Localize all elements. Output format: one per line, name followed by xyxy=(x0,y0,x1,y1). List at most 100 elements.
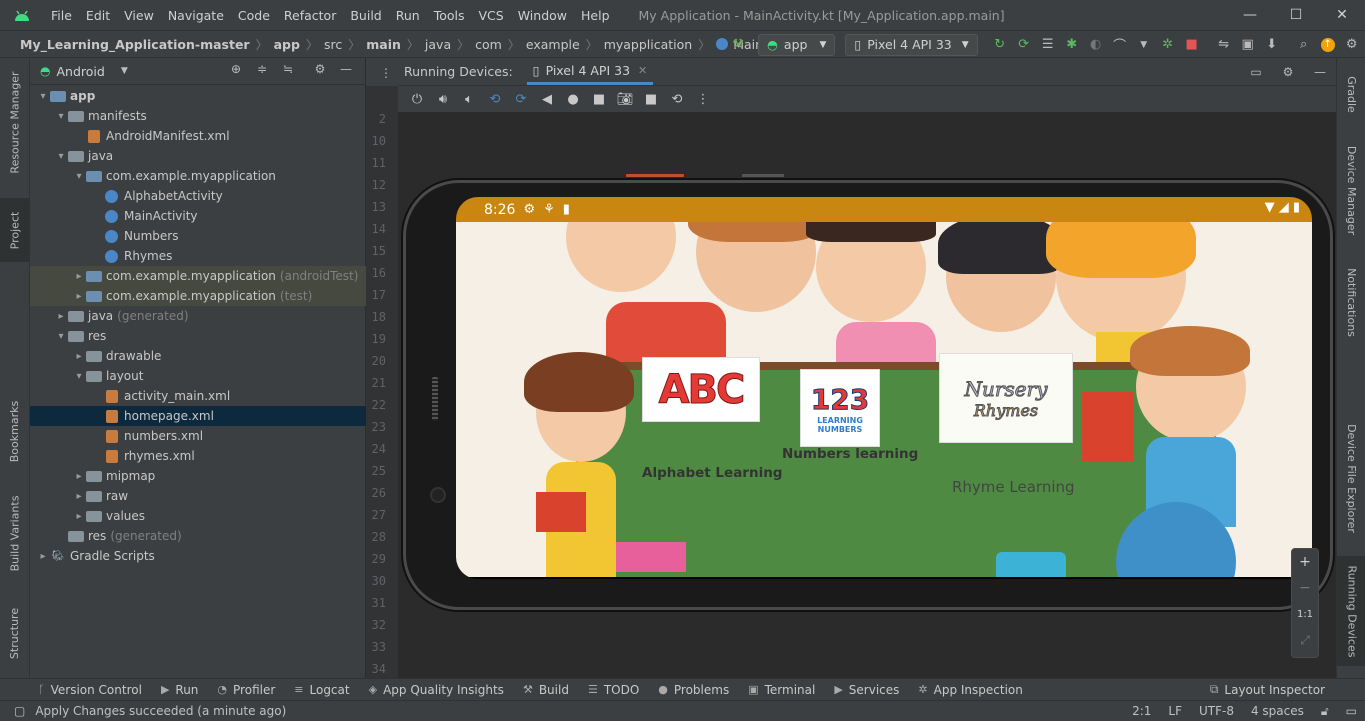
chevron-down-icon[interactable]: ▾ xyxy=(72,371,86,382)
chevron-down-icon[interactable]: ▾ xyxy=(36,91,50,102)
zoom-fit-icon[interactable]: ⤢ xyxy=(1300,627,1310,653)
breadcrumb-myapplication[interactable]: myapplication xyxy=(604,37,693,52)
chevron-right-icon[interactable]: ▸ xyxy=(72,471,86,482)
device-manager-icon[interactable]: ▣ xyxy=(1236,34,1260,56)
menu-build[interactable]: Build xyxy=(343,8,388,23)
breadcrumb-java[interactable]: java xyxy=(425,37,451,52)
tool-logcat[interactable]: ≡ Logcat xyxy=(294,683,349,697)
hide-icon[interactable]: — xyxy=(333,62,359,76)
tree-item-com-example-myapplication[interactable]: ▸ com.example.myapplication (androidTest) xyxy=(30,266,366,286)
tool-todo[interactable]: ☰ TODO xyxy=(588,683,639,697)
zoom-out-button[interactable]: − xyxy=(1299,575,1311,601)
rotate-left-icon[interactable]: ⟲ xyxy=(482,92,508,107)
zoom-actual-size-button[interactable]: 1:1 xyxy=(1297,601,1313,627)
breadcrumb-com[interactable]: com xyxy=(475,37,502,52)
alphabet-learning-label[interactable]: Alphabet Learning xyxy=(642,465,782,481)
power-icon[interactable]: ⏻ xyxy=(404,92,430,107)
project-view-select[interactable]: Android xyxy=(56,64,104,79)
breadcrumb-app[interactable]: app xyxy=(274,37,300,52)
search-icon[interactable]: ⌕ xyxy=(1292,34,1316,56)
menu-code[interactable]: Code xyxy=(231,8,277,23)
tree-item-drawable[interactable]: ▸ drawable xyxy=(30,346,366,366)
file-encoding[interactable]: UTF-8 xyxy=(1199,704,1234,719)
chevron-down-icon[interactable]: ▾ xyxy=(54,111,68,122)
tab-resource-manager[interactable]: Resource Manager xyxy=(0,66,30,178)
tab-bookmarks[interactable]: Bookmarks xyxy=(0,394,30,468)
device-screen[interactable]: 8:26 ⚙ ⚘ ▮ ▼ ◢ ▮ ABC Alphabet Learning 1… xyxy=(456,197,1312,579)
tree-item-app[interactable]: ▾ app xyxy=(30,86,366,106)
tab-structure[interactable]: Structure xyxy=(0,598,30,668)
back-icon[interactable]: ◀ xyxy=(534,92,560,107)
hammer-icon[interactable]: ⚒ xyxy=(726,34,750,56)
tree-item-res[interactable]: res (generated) xyxy=(30,526,366,546)
alphabet-learning-card[interactable]: ABC xyxy=(642,357,760,422)
chevron-right-icon[interactable]: ▸ xyxy=(72,291,86,302)
tree-item-numbers[interactable]: Numbers xyxy=(30,226,366,246)
tree-item-gradle-scripts[interactable]: ▸ 🐘︎ Gradle Scripts xyxy=(30,546,366,566)
tree-item-java[interactable]: ▾ java xyxy=(30,146,366,166)
caret-position[interactable]: 2:1 xyxy=(1132,704,1151,719)
memory-indicator-icon[interactable]: ▭ xyxy=(1346,704,1357,719)
menu-tools[interactable]: Tools xyxy=(427,8,472,23)
tree-item-com-example-myapplication[interactable]: ▸ com.example.myapplication (test) xyxy=(30,286,366,306)
menu-navigate[interactable]: Navigate xyxy=(161,8,231,23)
debug-icon[interactable]: ✱ xyxy=(1060,34,1084,56)
tool-services[interactable]: ▶ Services xyxy=(834,683,899,697)
lock-icon[interactable]: 🔓︎ xyxy=(1321,704,1329,719)
gear-icon[interactable]: ⚙ xyxy=(307,62,333,76)
status-panel-icon[interactable]: ▢ xyxy=(14,704,25,718)
chevron-down-icon[interactable]: ▾ xyxy=(54,151,68,162)
close-icon[interactable]: ✕ xyxy=(638,64,647,77)
collapse-all-icon[interactable]: ≒ xyxy=(275,62,301,76)
device-select[interactable]: ▯ Pixel 4 API 33 ▼ xyxy=(845,33,978,56)
chevron-down-icon[interactable]: ▾ xyxy=(72,171,86,182)
tree-item-values[interactable]: ▸ values xyxy=(30,506,366,526)
settings-icon[interactable]: ⚙ xyxy=(1340,34,1364,56)
tab-device-manager[interactable]: Device Manager xyxy=(1337,138,1365,242)
menu-file[interactable]: File xyxy=(44,8,79,23)
tab-running-devices[interactable]: Running Devices xyxy=(1337,556,1365,666)
profile-icon[interactable]: ◐ xyxy=(1084,34,1108,56)
tab-device-pixel4[interactable]: ▯ Pixel 4 API 33 ✕ xyxy=(526,58,654,85)
tool-terminal[interactable]: ▣ Terminal xyxy=(748,683,815,697)
sdk-manager-icon[interactable]: ⬇ xyxy=(1260,34,1284,56)
more-icon[interactable]: ⋮ xyxy=(690,92,716,107)
snapshot-icon[interactable]: ⟲ xyxy=(664,92,690,107)
tree-item-numbers-xml[interactable]: numbers.xml xyxy=(30,426,366,446)
menu-help[interactable]: Help xyxy=(574,8,617,23)
bug-icon[interactable]: ✲ xyxy=(1156,34,1180,56)
apply-changes-icon[interactable]: ↻ xyxy=(988,34,1012,56)
breadcrumb-src[interactable]: src xyxy=(324,37,342,52)
locate-icon[interactable]: ⊕ xyxy=(223,62,249,76)
chevron-right-icon[interactable]: ▸ xyxy=(72,511,86,522)
tab-project[interactable]: Project xyxy=(0,198,30,262)
hide-icon[interactable]: — xyxy=(1304,65,1336,79)
tree-item-rhymes[interactable]: Rhymes xyxy=(30,246,366,266)
record-icon[interactable]: ■ xyxy=(638,92,664,107)
update-icon[interactable]: ↑ xyxy=(1316,34,1340,56)
line-separator[interactable]: LF xyxy=(1168,704,1182,719)
close-icon[interactable]: ✕ xyxy=(1319,0,1365,30)
tree-item-layout[interactable]: ▾ layout xyxy=(30,366,366,386)
attach-icon[interactable]: ⌒ xyxy=(1108,34,1132,56)
menu-run[interactable]: Run xyxy=(389,8,427,23)
chevron-down-icon[interactable]: ▼ xyxy=(121,66,128,76)
tool-app-inspection[interactable]: ✲ App Inspection xyxy=(918,683,1022,697)
tree-item-raw[interactable]: ▸ raw xyxy=(30,486,366,506)
rotate-right-icon[interactable]: ⟳ xyxy=(508,92,534,107)
tree-item-res[interactable]: ▾ res xyxy=(30,326,366,346)
layout-icon[interactable]: ▭ xyxy=(1240,65,1272,79)
tool-version-control[interactable]: ᚴ Version Control xyxy=(38,683,142,697)
numbers-learning-label[interactable]: Numbers learning xyxy=(782,446,918,462)
run-config-select[interactable]: ◓ app ▼ xyxy=(758,33,836,56)
chevron-down-icon[interactable]: ⋮ xyxy=(366,58,398,86)
chevron-right-icon[interactable]: ▸ xyxy=(72,491,86,502)
tree-item-com-example-myapplication[interactable]: ▾ com.example.myapplication xyxy=(30,166,366,186)
gear-icon[interactable]: ⚙ xyxy=(1272,65,1304,79)
zoom-in-button[interactable]: + xyxy=(1299,549,1311,575)
tool-problems[interactable]: ● Problems xyxy=(658,683,729,697)
status-message[interactable]: Apply Changes succeeded (a minute ago) xyxy=(35,704,286,718)
rhyme-learning-card[interactable]: Nursery Rhymes xyxy=(939,353,1073,443)
rhyme-learning-label[interactable]: Rhyme Learning xyxy=(952,478,1075,496)
breadcrumb-example[interactable]: example xyxy=(526,37,580,52)
